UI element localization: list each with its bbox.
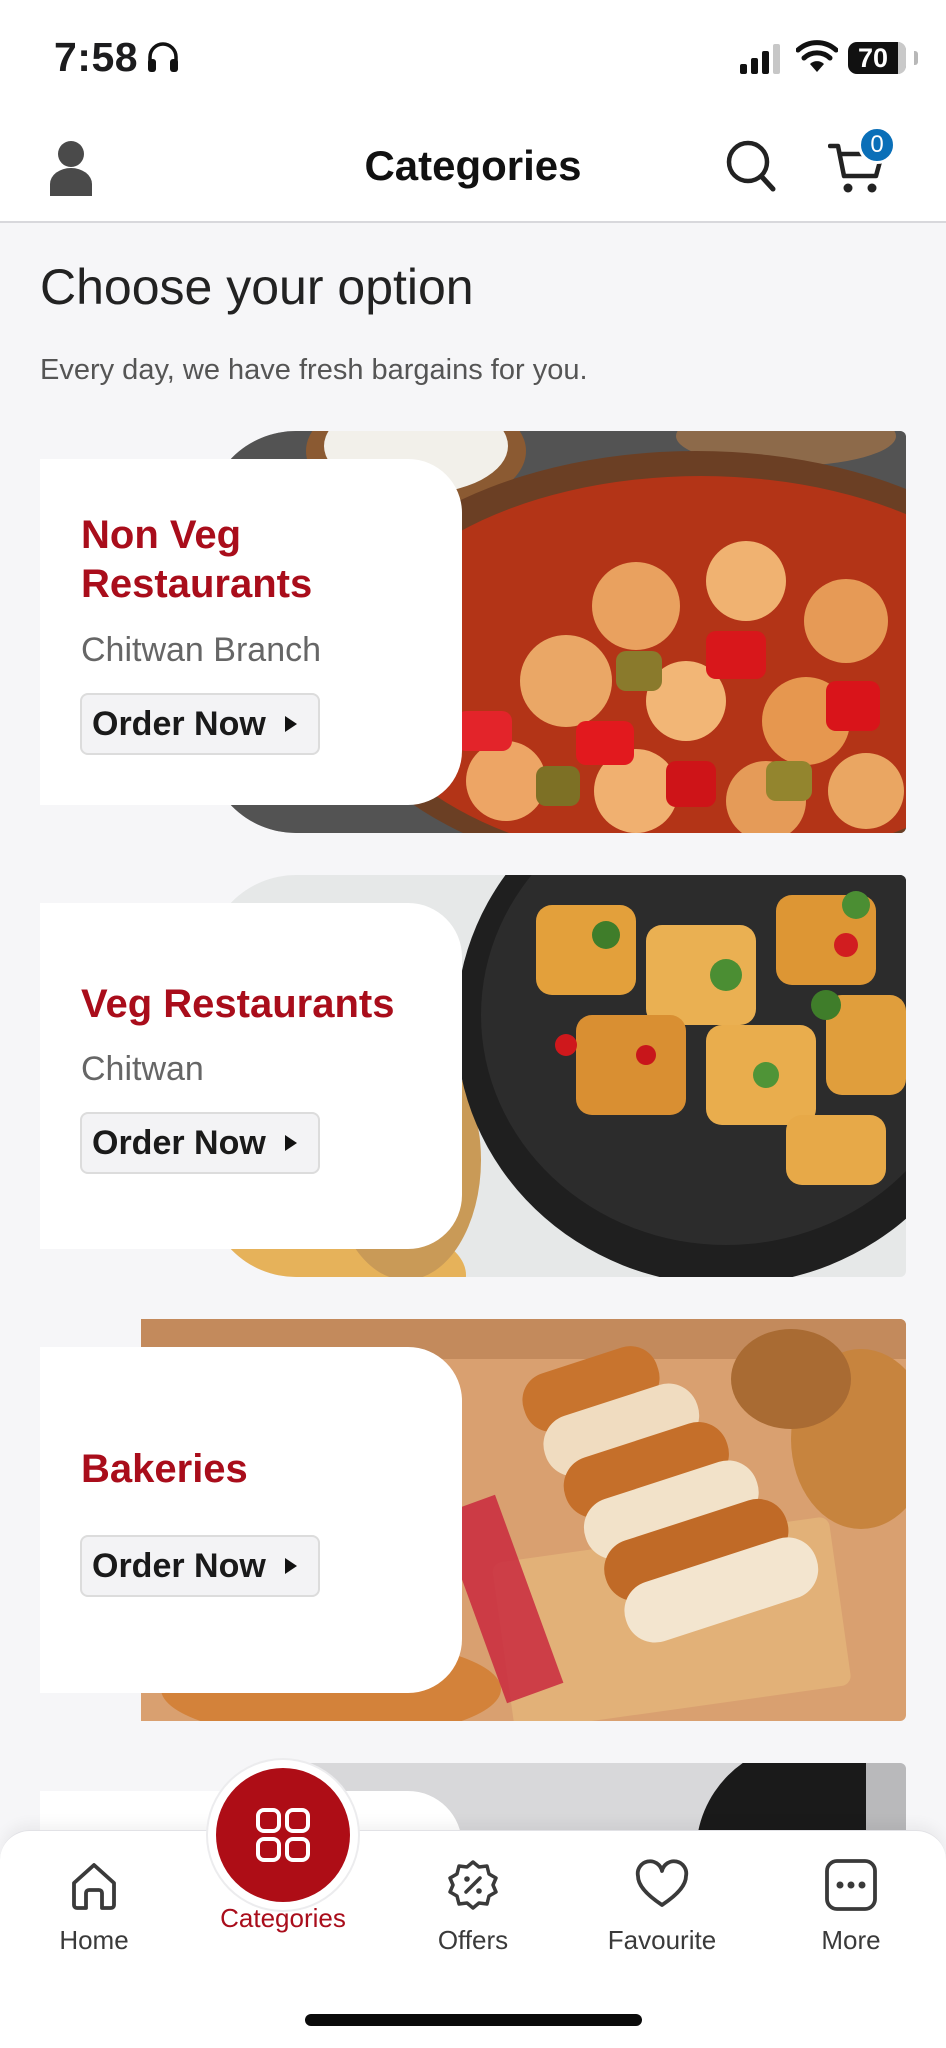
headphones-icon xyxy=(148,42,178,72)
category-info-panel: Veg Restaurants Chitwan Order Now xyxy=(40,903,462,1249)
categories-fab-button[interactable] xyxy=(208,1760,358,1910)
nav-label-home: Home xyxy=(59,1925,129,1955)
cart-count-badge: 0 xyxy=(858,126,896,164)
status-bar: 7:58 70 xyxy=(0,0,946,112)
play-arrow-icon xyxy=(284,1135,297,1151)
categories-fab-circle xyxy=(216,1768,350,1902)
nav-label-more: More xyxy=(821,1925,881,1955)
order-now-button[interactable]: Order Now xyxy=(80,1112,320,1174)
order-now-button[interactable]: Order Now xyxy=(80,1535,320,1597)
category-card-non-veg[interactable]: Non Veg Restaurants Chitwan Branch Order… xyxy=(0,431,946,833)
order-now-button[interactable]: Order Now xyxy=(80,693,320,755)
home-indicator[interactable] xyxy=(305,2014,642,2026)
category-title: Veg Restaurants xyxy=(81,982,395,1026)
nav-label-favourite: Favourite xyxy=(607,1925,717,1955)
app-header: Categories 0 xyxy=(0,112,946,223)
order-now-label: Order Now xyxy=(92,704,266,743)
play-arrow-icon xyxy=(284,1558,297,1574)
page-title: Categories xyxy=(364,142,582,189)
grid-icon xyxy=(256,1808,310,1862)
play-arrow-icon xyxy=(284,716,297,732)
more-dots-icon xyxy=(825,1859,877,1911)
section-heading: Choose your option xyxy=(40,259,474,315)
nav-label-offers: Offers xyxy=(437,1925,509,1955)
nav-item-offers[interactable]: Offers xyxy=(393,1857,553,1967)
category-info-panel: Bakeries Order Now xyxy=(40,1347,462,1693)
category-title: Non Veg Restaurants xyxy=(81,513,313,606)
battery-level: 70 xyxy=(857,42,889,73)
home-icon xyxy=(72,1863,116,1910)
category-card-bakeries[interactable]: Bakeries Order Now xyxy=(0,1319,946,1721)
wifi-icon xyxy=(796,40,838,72)
battery-empty-segment xyxy=(898,42,906,74)
heart-icon xyxy=(635,1859,689,1907)
nav-item-categories[interactable]: Categories xyxy=(203,1903,363,2013)
order-now-label: Order Now xyxy=(92,1123,266,1162)
order-now-label: Order Now xyxy=(92,1546,266,1585)
category-card-veg[interactable]: Veg Restaurants Chitwan Order Now xyxy=(0,875,946,1277)
offer-badge-icon xyxy=(448,1860,498,1910)
search-icon[interactable] xyxy=(724,138,778,194)
section-subheading: Every day, we have fresh bargains for yo… xyxy=(40,354,588,386)
status-time: 7:58 xyxy=(54,34,139,80)
category-subtitle: Chitwan xyxy=(81,1050,204,1088)
cellular-signal-icon xyxy=(740,44,780,74)
category-info-panel: Non Veg Restaurants Chitwan Branch Order… xyxy=(40,459,462,805)
battery-indicator: 70 xyxy=(848,42,918,74)
category-subtitle: Chitwan Branch xyxy=(81,631,322,669)
nav-item-favourite[interactable]: Favourite xyxy=(582,1857,742,1967)
category-title: Bakeries xyxy=(81,1447,248,1491)
nav-item-more[interactable]: More xyxy=(771,1857,931,1967)
nav-item-home[interactable]: Home xyxy=(14,1857,174,1967)
